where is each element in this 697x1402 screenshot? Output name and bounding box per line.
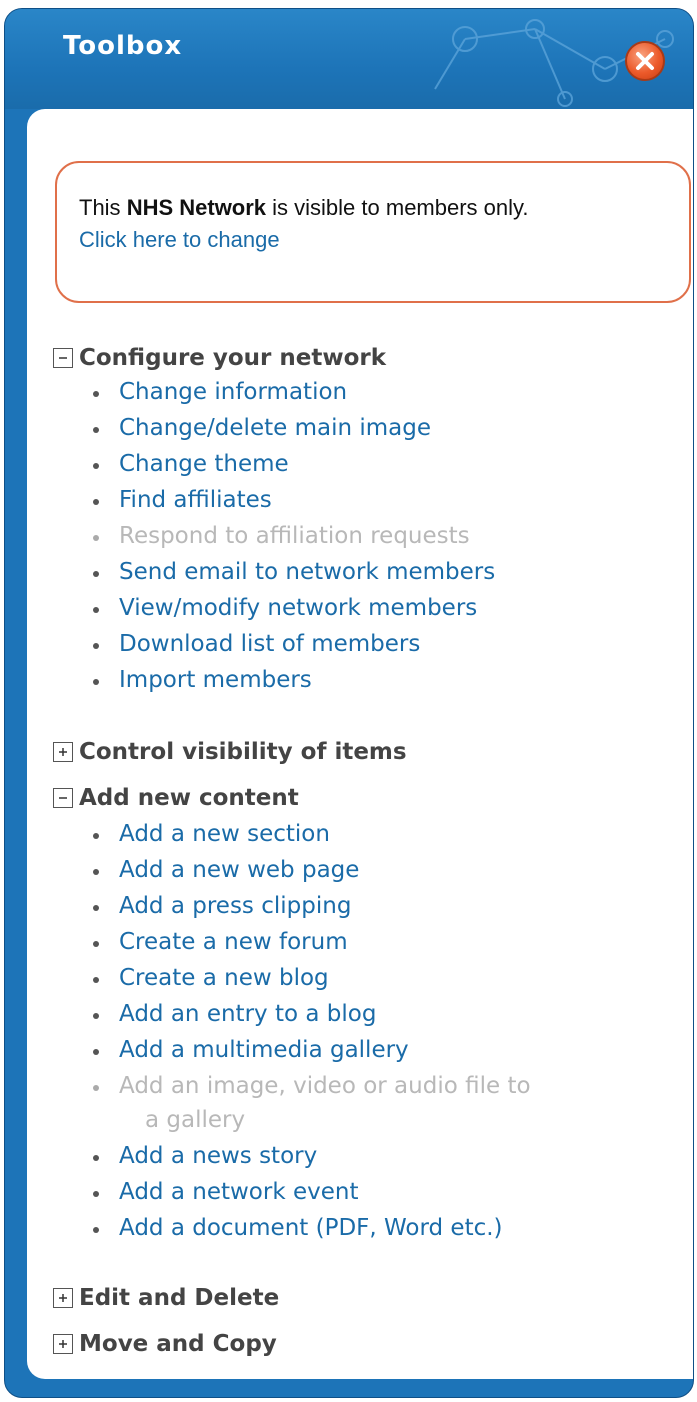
- close-button[interactable]: [625, 41, 665, 81]
- menu-item-label: Add an entry to a blog: [119, 1001, 377, 1027]
- menu-item-label: Create a new forum: [119, 929, 348, 955]
- bullet-icon: [93, 499, 99, 505]
- bullet-icon: [93, 941, 99, 947]
- menu-item-label: Create a new blog: [119, 965, 329, 991]
- network-name: NHS Network: [126, 195, 267, 220]
- menu-item-label: Add a news story: [119, 1143, 318, 1169]
- section-edit-delete-title: Edit and Delete: [79, 1285, 280, 1311]
- bullet-icon: [93, 643, 99, 649]
- section-add-content[interactable]: Add new content: [53, 785, 299, 811]
- change-visibility-link[interactable]: Click here to change: [79, 227, 280, 253]
- bullet-icon: [93, 427, 99, 433]
- menu-item-view-members[interactable]: View/modify network members: [93, 595, 478, 621]
- menu-item-label: Add a new web page: [119, 857, 360, 883]
- menu-item-add-gallery-file: Add an image, video or audio file to: [93, 1073, 531, 1099]
- bullet-icon: [93, 463, 99, 469]
- section-configure-title: Configure your network: [79, 345, 387, 371]
- bullet-icon: [93, 679, 99, 685]
- menu-item-add-gallery-file-wrap: a gallery: [145, 1107, 246, 1133]
- menu-item-add-network-event[interactable]: Add a network event: [93, 1179, 359, 1205]
- menu-item-add-blog-entry[interactable]: Add an entry to a blog: [93, 1001, 377, 1027]
- menu-item-label: Import members: [119, 667, 312, 693]
- menu-item-label: Download list of members: [119, 631, 421, 657]
- menu-item-find-affiliates[interactable]: Find affiliates: [93, 487, 272, 513]
- menu-item-add-section[interactable]: Add a new section: [93, 821, 330, 847]
- bullet-icon: [93, 1191, 99, 1197]
- collapse-icon[interactable]: [53, 788, 73, 808]
- notice-text: This NHS Network is visible to members o…: [79, 195, 529, 221]
- expand-icon[interactable]: [53, 1288, 73, 1308]
- menu-item-label: Find affiliates: [119, 487, 272, 513]
- bullet-icon: [93, 1155, 99, 1161]
- bullet-icon: [93, 905, 99, 911]
- visibility-notice: This NHS Network is visible to members o…: [55, 161, 691, 303]
- bullet-icon: [93, 607, 99, 613]
- menu-item-create-forum[interactable]: Create a new forum: [93, 929, 348, 955]
- bullet-icon: [93, 1049, 99, 1055]
- bullet-icon: [93, 869, 99, 875]
- expand-icon[interactable]: [53, 1334, 73, 1354]
- menu-item-label: Add a document (PDF, Word etc.): [119, 1215, 503, 1241]
- bullet-icon: [93, 833, 99, 839]
- menu-item-add-press-clipping[interactable]: Add a press clipping: [93, 893, 352, 919]
- bullet-icon: [93, 1227, 99, 1233]
- section-visibility-title: Control visibility of items: [79, 739, 407, 765]
- menu-item-label: Add a network event: [119, 1179, 359, 1205]
- section-edit-delete[interactable]: Edit and Delete: [53, 1285, 279, 1311]
- bullet-icon: [93, 1085, 99, 1091]
- section-visibility[interactable]: Control visibility of items: [53, 739, 407, 765]
- bullet-icon: [93, 535, 99, 541]
- menu-item-add-multimedia-gallery[interactable]: Add a multimedia gallery: [93, 1037, 409, 1063]
- menu-item-change-information[interactable]: Change information: [93, 379, 348, 405]
- menu-item-label: Add an image, video or audio file to: [119, 1073, 531, 1099]
- bullet-icon: [93, 571, 99, 577]
- menu-item-change-theme[interactable]: Change theme: [93, 451, 289, 477]
- menu-item-label: Add a new section: [119, 821, 330, 847]
- menu-item-create-blog[interactable]: Create a new blog: [93, 965, 329, 991]
- bullet-icon: [93, 391, 99, 397]
- menu-item-label: Add a multimedia gallery: [119, 1037, 409, 1063]
- menu-item-label: View/modify network members: [119, 595, 478, 621]
- notice-suffix: is visible to members only.: [266, 195, 529, 220]
- menu-item-download-members[interactable]: Download list of members: [93, 631, 421, 657]
- menu-item-import-members[interactable]: Import members: [93, 667, 312, 693]
- section-move-copy[interactable]: Move and Copy: [53, 1331, 277, 1357]
- menu-item-send-email[interactable]: Send email to network members: [93, 559, 496, 585]
- collapse-icon[interactable]: [53, 348, 73, 368]
- section-move-copy-title: Move and Copy: [79, 1331, 277, 1357]
- section-add-content-title: Add new content: [79, 785, 299, 811]
- close-icon: [636, 52, 654, 70]
- menu-item-label: Send email to network members: [119, 559, 496, 585]
- toolbox-header: Toolbox: [5, 9, 693, 109]
- toolbox-content: This NHS Network is visible to members o…: [27, 109, 693, 1379]
- menu-item-add-web-page[interactable]: Add a new web page: [93, 857, 360, 883]
- menu-item-respond-affiliation: Respond to affiliation requests: [93, 523, 470, 549]
- notice-prefix: This: [79, 195, 127, 220]
- expand-icon[interactable]: [53, 742, 73, 762]
- toolbox-panel: Toolbox This NHS Network is visible to m…: [4, 8, 694, 1398]
- bullet-icon: [93, 1013, 99, 1019]
- menu-item-label: Add a press clipping: [119, 893, 352, 919]
- bullet-icon: [93, 977, 99, 983]
- menu-item-change-main-image[interactable]: Change/delete main image: [93, 415, 431, 441]
- menu-item-label: Change theme: [119, 451, 289, 477]
- menu-item-add-document[interactable]: Add a document (PDF, Word etc.): [93, 1215, 503, 1241]
- menu-item-label: Change information: [119, 379, 348, 405]
- menu-item-label: Change/delete main image: [119, 415, 431, 441]
- section-configure[interactable]: Configure your network: [53, 345, 386, 371]
- menu-item-label: Respond to affiliation requests: [119, 523, 470, 549]
- window-title: Toolbox: [63, 31, 183, 61]
- menu-item-add-news-story[interactable]: Add a news story: [93, 1143, 318, 1169]
